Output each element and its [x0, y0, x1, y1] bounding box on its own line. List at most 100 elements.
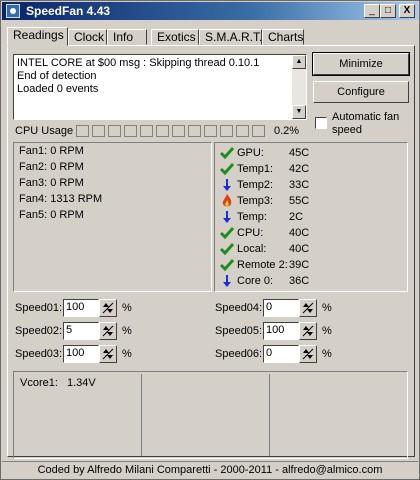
cpu-meter-cell [204, 125, 217, 137]
cpu-meter-cell [236, 125, 249, 137]
temperature-value: 55C [289, 195, 310, 207]
speed01-control: Speed01: 100 % [15, 299, 135, 317]
tab-readings[interactable]: Readings [7, 27, 68, 46]
automatic-fan-speed-checkbox[interactable] [315, 117, 327, 129]
speed03-control: Speed03: 100 % [15, 345, 135, 363]
tab-info[interactable]: Info [107, 29, 147, 45]
spin-arrows-icon[interactable] [299, 299, 317, 317]
fan-row: Fan3: 0 RPM [19, 177, 84, 189]
temperature-row: Remote 2: 39C [219, 257, 403, 273]
cpu-usage-percent: 0.2% [274, 125, 300, 137]
title-bar[interactable]: SpeedFan 4.43 _ □ X [2, 2, 418, 20]
temperature-value: 40C [289, 227, 310, 239]
cpu-meter-cell [92, 125, 105, 137]
log-box[interactable]: INTEL CORE at $00 msg : Skipping thread … [13, 54, 307, 120]
percent-unit: % [322, 325, 332, 337]
speed-label: Speed04: [215, 302, 263, 314]
tab-smart[interactable]: S.M.A.R.T. [199, 29, 262, 45]
window-title: SpeedFan 4.43 [26, 4, 111, 18]
arrow-down-icon [219, 209, 235, 225]
fan-readings: Fan1: 0 RPM Fan2: 0 RPM Fan3: 0 RPM Fan4… [13, 142, 212, 292]
speedfan-window: SpeedFan 4.43 _ □ X Readings Clock Info … [0, 0, 420, 480]
temperature-value: 42C [289, 163, 310, 175]
cpu-meter-cell [140, 125, 153, 137]
cpu-usage-label: CPU Usage [15, 125, 74, 137]
temperature-row: Temp3: 55C [219, 193, 403, 209]
temperature-value: 39C [289, 259, 310, 271]
minimize-button[interactable]: Minimize [312, 52, 410, 76]
speed03-input[interactable]: 100 [63, 345, 99, 363]
scroll-up-icon[interactable]: ▲ [292, 55, 306, 69]
log-line: INTEL CORE at $00 msg : Skipping thread … [17, 57, 260, 69]
temperature-value: 2C [289, 211, 304, 223]
speed06-input[interactable]: 0 [263, 345, 299, 363]
spin-arrows-icon[interactable] [299, 345, 317, 363]
temperature-label: Temp3: [237, 195, 274, 207]
check-icon [219, 257, 235, 273]
fan-row: Fan5: 0 RPM [19, 209, 84, 221]
scroll-down-icon[interactable]: ▼ [292, 105, 306, 119]
temperature-row: Core 0: 36C [219, 273, 403, 289]
cpu-meter-cell [188, 125, 201, 137]
speed-label: Speed03: [15, 348, 63, 360]
fan-row: Fan1: 0 RPM [19, 145, 84, 157]
spin-arrows-icon[interactable] [299, 322, 317, 340]
configure-button[interactable]: Configure [313, 81, 409, 103]
voltage-value: 1.34V [67, 377, 96, 389]
cpu-meter-cell [124, 125, 137, 137]
temperature-row: CPU: 40C [219, 225, 403, 241]
speed05-control: Speed05: 100 % [215, 322, 335, 340]
cpu-meter-cell [76, 125, 89, 137]
tab-exotics[interactable]: Exotics [151, 29, 199, 45]
log-line: End of detection [17, 70, 97, 82]
fan-row: Fan4: 1313 RPM [19, 193, 103, 205]
spin-arrows-icon[interactable] [99, 322, 117, 340]
speed-label: Speed02: [15, 325, 63, 337]
temperature-label: Local: [237, 243, 267, 255]
tab-charts[interactable]: Charts [262, 29, 304, 45]
automatic-fan-speed-label[interactable]: Automatic fan speed [332, 111, 412, 137]
check-icon [219, 225, 235, 241]
temperature-label: Temp: [237, 211, 267, 223]
speed02-control: Speed02: 5 % [15, 322, 135, 340]
fire-icon [219, 193, 235, 209]
tab-clock[interactable]: Clock [68, 29, 107, 45]
column-divider [141, 374, 142, 456]
spin-arrows-icon[interactable] [99, 299, 117, 317]
speed-label: Speed06: [215, 348, 263, 360]
check-icon [219, 145, 235, 161]
percent-unit: % [122, 348, 132, 360]
check-icon [219, 241, 235, 257]
cpu-meter-cell [252, 125, 265, 137]
spin-arrows-icon[interactable] [99, 345, 117, 363]
temperature-row: Temp2: 33C [219, 177, 403, 193]
temperature-row: Temp1: 42C [219, 161, 403, 177]
column-divider [269, 374, 270, 456]
percent-unit: % [122, 325, 132, 337]
temperature-label: Temp2: [237, 179, 274, 191]
temperature-value: 33C [289, 179, 310, 191]
arrow-down-icon [219, 273, 235, 289]
minimize-window-button[interactable]: _ [364, 4, 380, 18]
close-window-button[interactable]: X [399, 4, 415, 18]
temperature-label: Temp1: [237, 163, 274, 175]
temperature-label: GPU: [237, 147, 264, 159]
temperature-label: CPU: [237, 227, 264, 239]
status-bar: Coded by Alfredo Milani Comparetti - 200… [2, 461, 418, 479]
temperature-row: Temp: 2C [219, 209, 403, 225]
temperature-value: 36C [289, 275, 310, 287]
temperature-label: Remote 2: [237, 259, 288, 271]
temperature-value: 45C [289, 147, 310, 159]
percent-unit: % [122, 302, 132, 314]
speed01-input[interactable]: 100 [63, 299, 99, 317]
speed02-input[interactable]: 5 [63, 322, 99, 340]
log-scrollbar[interactable]: ▲ ▼ [292, 55, 306, 119]
app-icon[interactable] [6, 4, 20, 18]
temperature-label: Core 0: [237, 275, 274, 287]
temperature-value: 40C [289, 243, 310, 255]
maximize-window-button[interactable]: □ [380, 4, 396, 18]
cpu-meter-cell [220, 125, 233, 137]
speed05-input[interactable]: 100 [263, 322, 299, 340]
speed04-control: Speed04: 0 % [215, 299, 335, 317]
speed04-input[interactable]: 0 [263, 299, 299, 317]
